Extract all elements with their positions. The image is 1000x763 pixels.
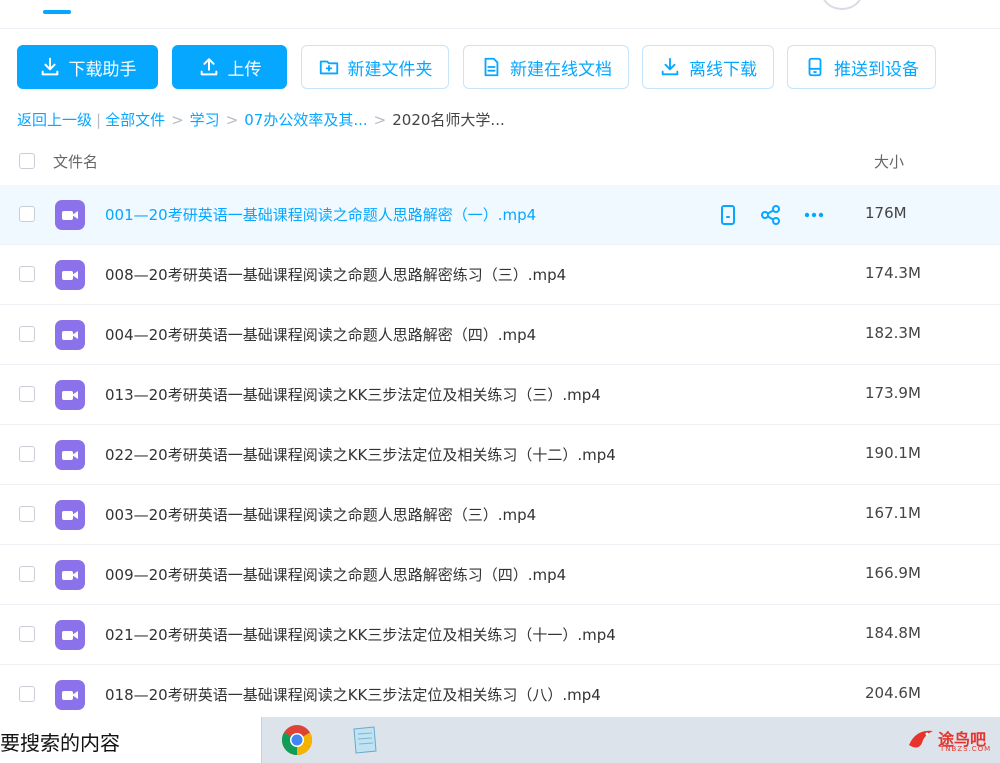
column-header-name[interactable]: 文件名 [53, 151, 98, 172]
file-list-header: 文件名 大小 [0, 140, 1000, 182]
file-name[interactable]: 022—20考研英语一基础课程阅读之KK三步法定位及相关练习（十二）.mp4 [105, 444, 616, 465]
table-row[interactable]: 004—20考研英语一基础课程阅读之命题人思路解密（四）.mp4 182.3M [0, 305, 1000, 365]
video-file-icon [55, 560, 85, 590]
device-icon [808, 57, 822, 77]
breadcrumb-item-all-files[interactable]: 全部文件 [105, 109, 165, 130]
site-logo: 途鸟吧 TNBZS.COM [906, 723, 996, 757]
file-size: 167.1M [865, 504, 921, 522]
file-name[interactable]: 008—20考研英语一基础课程阅读之命题人思路解密练习（三）.mp4 [105, 264, 566, 285]
file-size: 182.3M [865, 324, 921, 342]
file-size: 173.9M [865, 384, 921, 402]
file-name[interactable]: 018—20考研英语一基础课程阅读之KK三步法定位及相关练习（八）.mp4 [105, 684, 601, 705]
file-size: 174.3M [865, 264, 921, 282]
taskbar-search-box[interactable]: 要搜索的内容 [0, 717, 262, 763]
row-checkbox[interactable] [19, 446, 35, 462]
offline-download-label: 离线下载 [689, 59, 757, 80]
new-online-doc-button[interactable]: 新建在线文档 [463, 45, 629, 89]
table-row[interactable]: 018—20考研英语一基础课程阅读之KK三步法定位及相关练习（八）.mp4 20… [0, 665, 1000, 725]
file-name[interactable]: 001—20考研英语一基础课程阅读之命题人思路解密（一）.mp4 [105, 204, 536, 225]
new-folder-button[interactable]: 新建文件夹 [301, 45, 449, 89]
table-row[interactable]: 021—20考研英语一基础课程阅读之KK三步法定位及相关练习（十一）.mp4 1… [0, 605, 1000, 665]
video-file-icon [55, 200, 85, 230]
row-checkbox[interactable] [19, 386, 35, 402]
push-to-device-label: 推送到设备 [834, 59, 919, 80]
notepad-icon[interactable] [348, 725, 380, 755]
select-all-checkbox[interactable] [19, 153, 35, 169]
os-taskbar: 要搜索的内容 途鸟吧 TNBZS.COM [0, 717, 1000, 763]
file-name[interactable]: 009—20考研英语一基础课程阅读之命题人思路解密练习（四）.mp4 [105, 564, 566, 585]
new-folder-label: 新建文件夹 [347, 59, 433, 80]
top-nav-bar [0, 0, 1000, 29]
file-name[interactable]: 013—20考研英语一基础课程阅读之KK三步法定位及相关练习（三）.mp4 [105, 384, 601, 405]
download-assistant-label: 下载助手 [68, 59, 137, 80]
row-checkbox[interactable] [19, 206, 35, 222]
offline-download-icon [661, 57, 679, 76]
file-name[interactable]: 003—20考研英语一基础课程阅读之命题人思路解密（三）.mp4 [105, 504, 536, 525]
row-checkbox[interactable] [19, 626, 35, 642]
offline-download-button[interactable]: 离线下载 [642, 45, 774, 89]
file-size: 184.8M [865, 624, 921, 642]
breadcrumb-separator: > [171, 110, 184, 129]
push-to-device-button[interactable]: 推送到设备 [787, 45, 936, 89]
row-checkbox[interactable] [19, 506, 35, 522]
bird-logo-icon [909, 730, 933, 748]
file-size: 166.9M [865, 564, 921, 582]
table-row[interactable]: 009—20考研英语一基础课程阅读之命题人思路解密练习（四）.mp4 166.9… [0, 545, 1000, 605]
breadcrumb-divider: | [96, 110, 102, 129]
new-online-doc-label: 新建在线文档 [510, 59, 612, 80]
file-name[interactable]: 021—20考研英语一基础课程阅读之KK三步法定位及相关练习（十一）.mp4 [105, 624, 616, 645]
file-name[interactable]: 004—20考研英语一基础课程阅读之命题人思路解密（四）.mp4 [105, 324, 536, 345]
video-file-icon [55, 680, 85, 710]
row-checkbox[interactable] [19, 326, 35, 342]
breadcrumb-separator: > [373, 110, 387, 129]
row-checkbox[interactable] [19, 686, 35, 702]
logo-subtext: TNBZS.COM [940, 745, 992, 753]
column-header-size[interactable]: 大小 [874, 151, 904, 172]
avatar[interactable] [821, 0, 863, 10]
table-row[interactable]: 003—20考研英语一基础课程阅读之命题人思路解密（三）.mp4 167.1M [0, 485, 1000, 545]
breadcrumb-item-current: 2020名师大学... [392, 111, 505, 129]
video-file-icon [55, 500, 85, 530]
video-file-icon [55, 620, 85, 650]
breadcrumb-item-study[interactable]: 学习 [190, 109, 220, 130]
row-checkbox[interactable] [19, 566, 35, 582]
download-icon [41, 57, 58, 76]
breadcrumb-item-office[interactable]: 07办公效率及其... [244, 109, 367, 130]
active-tab-indicator [43, 10, 71, 14]
upload-label: 上传 [227, 59, 262, 80]
breadcrumb-back-link[interactable]: 返回上一级 [17, 109, 92, 130]
file-size: 176M [865, 204, 907, 222]
file-size: 204.6M [865, 684, 921, 702]
document-icon [484, 57, 499, 77]
folder-plus-icon [319, 60, 338, 75]
file-size: 190.1M [865, 444, 921, 462]
video-file-icon [55, 320, 85, 350]
table-row[interactable]: 013—20考研英语一基础课程阅读之KK三步法定位及相关练习（三）.mp4 17… [0, 365, 1000, 425]
breadcrumb-separator: > [225, 110, 239, 129]
push-device-icon[interactable] [716, 203, 740, 227]
breadcrumb: 返回上一级 | 全部文件 > 学习 > 07办公效率及其... > 2020名师… [17, 109, 505, 130]
video-file-icon [55, 380, 85, 410]
video-file-icon [55, 440, 85, 470]
upload-icon [200, 58, 217, 76]
table-row[interactable]: 022—20考研英语一基础课程阅读之KK三步法定位及相关练习（十二）.mp4 1… [0, 425, 1000, 485]
more-icon[interactable] [802, 203, 826, 227]
row-checkbox[interactable] [19, 266, 35, 282]
chrome-icon[interactable] [281, 724, 313, 756]
table-row[interactable]: 001—20考研英语一基础课程阅读之命题人思路解密（一）.mp4 176M [0, 185, 1000, 245]
taskbar-search-text: 要搜索的内容 [0, 731, 120, 755]
share-icon[interactable] [759, 203, 783, 227]
table-row[interactable]: 008—20考研英语一基础课程阅读之命题人思路解密练习（三）.mp4 174.3… [0, 245, 1000, 305]
download-assistant-button[interactable]: 下载助手 [17, 45, 158, 89]
video-file-icon [55, 260, 85, 290]
upload-button[interactable]: 上传 [172, 45, 287, 89]
